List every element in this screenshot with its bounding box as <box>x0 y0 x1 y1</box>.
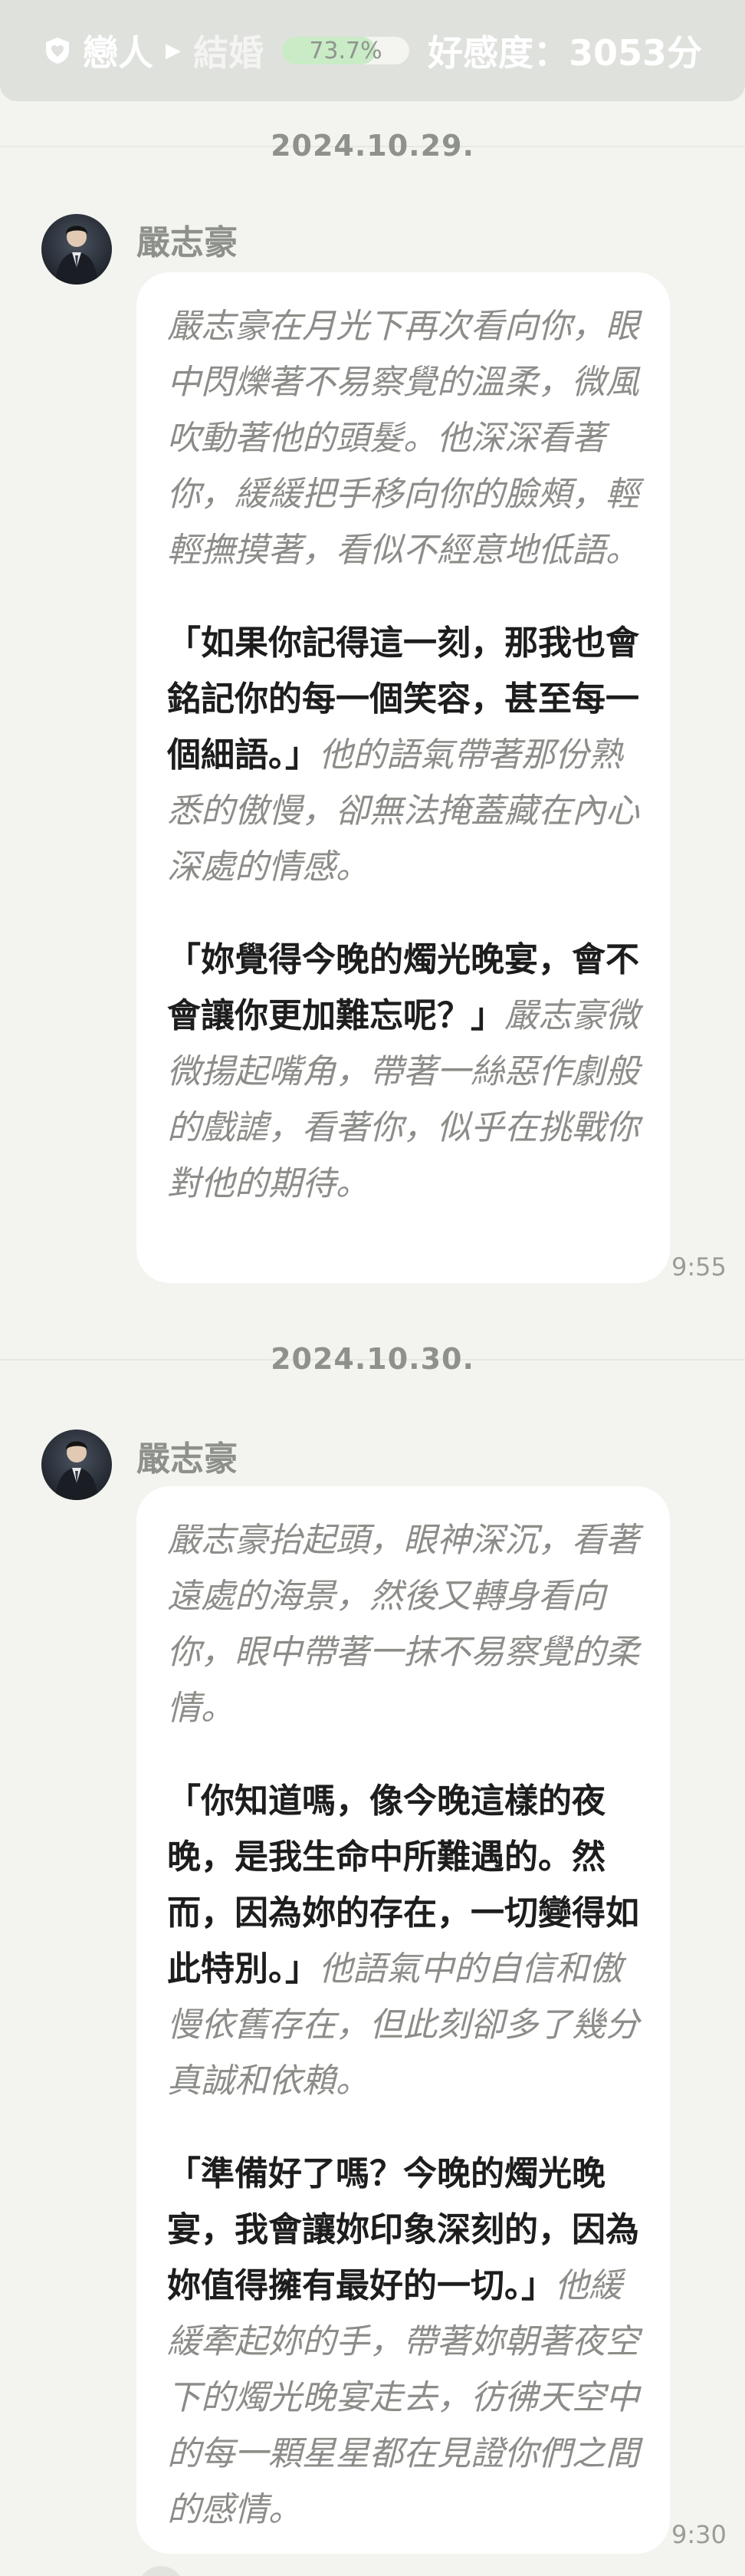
date-separator: 2024.10.30. <box>0 1342 745 1405</box>
message-paragraph: 「準備好了嗎？今晚的燭光晚宴，我會讓妳印象深刻的，因為妳值得擁有最好的一切。」他… <box>167 2146 639 2538</box>
message-paragraph: 「妳覺得今晚的燭光晚宴，會不會讓你更加難忘呢？」嚴志豪微微揚起嘴角，帶著一絲惡作… <box>167 932 639 1212</box>
arrow-right-icon: ▶ <box>165 39 181 62</box>
message-time: 9:55 <box>671 1252 727 1281</box>
shield-heart-icon <box>43 36 72 65</box>
avatar[interactable] <box>41 1429 112 1500</box>
relationship-next-label: 結婚 <box>192 32 264 74</box>
affection-score: 好感度：3053分 <box>428 25 702 76</box>
relationship-progress-bar: 73.7% <box>281 37 409 64</box>
avatar[interactable] <box>41 214 112 285</box>
chat-page: 戀人 ▶ 結婚 73.7% 好感度：3053分 2024.10.29. 嚴志豪 … <box>0 0 745 2576</box>
message-bubble: 嚴志豪抬起頭，眼神深沉，看著遠處的海景，然後又轉身看向你，眼中帶著一抹不易察覺的… <box>136 1486 670 2554</box>
affection-label: 好感度： <box>427 32 569 74</box>
date-separator: 2024.10.29. <box>0 129 745 192</box>
date-label: 2024.10.30. <box>271 1342 474 1376</box>
affection-value: 3053分 <box>568 32 703 74</box>
character-portrait-icon <box>55 225 98 285</box>
relationship-current-label: 戀人 <box>82 32 153 74</box>
message-paragraph: 嚴志豪在月光下再次看向你，眼中閃爍著不易察覺的溫柔，微風吹動著他的頭髮。他深深看… <box>167 298 639 578</box>
progress-percent-text: 73.7% <box>309 37 382 64</box>
relationship-status-bar: 戀人 ▶ 結婚 73.7% 好感度：3053分 <box>0 0 745 101</box>
action-text: 他緩緩牽起妳的手，帶著妳朝著夜空下的燭光晚宴走去，彷彿天空中的每一顆星星都在見證… <box>167 2266 639 2529</box>
message-bubble: 嚴志豪在月光下再次看向你，眼中閃爍著不易察覺的溫柔，微風吹動著他的頭髮。他深深看… <box>136 272 670 1283</box>
sender-name: 嚴志豪 <box>136 1439 238 1479</box>
message-paragraph: 嚴志豪抬起頭，眼神深沉，看著遠處的海景，然後又轉身看向你，眼中帶著一抹不易察覺的… <box>167 1512 639 1736</box>
action-text: 嚴志豪抬起頭，眼神深沉，看著遠處的海景，然後又轉身看向你，眼中帶著一抹不易察覺的… <box>167 1521 639 1728</box>
next-avatar-edge <box>138 2566 184 2576</box>
action-text: 嚴志豪在月光下再次看向你，眼中閃爍著不易察覺的溫柔，微風吹動著他的頭髮。他深深看… <box>167 307 639 570</box>
message-paragraph: 「如果你記得這一刻，那我也會銘記你的每一個笑容，甚至每一個細語。」他的語氣帶著那… <box>167 615 639 895</box>
message-time: 9:30 <box>671 2520 727 2549</box>
date-label: 2024.10.29. <box>271 129 474 163</box>
message-paragraph: 「你知道嗎，像今晚這樣的夜晚，是我生命中所難遇的。然而，因為妳的存在，一切變得如… <box>167 1773 639 2109</box>
sender-name: 嚴志豪 <box>136 223 238 262</box>
character-portrait-icon <box>55 1441 98 1500</box>
